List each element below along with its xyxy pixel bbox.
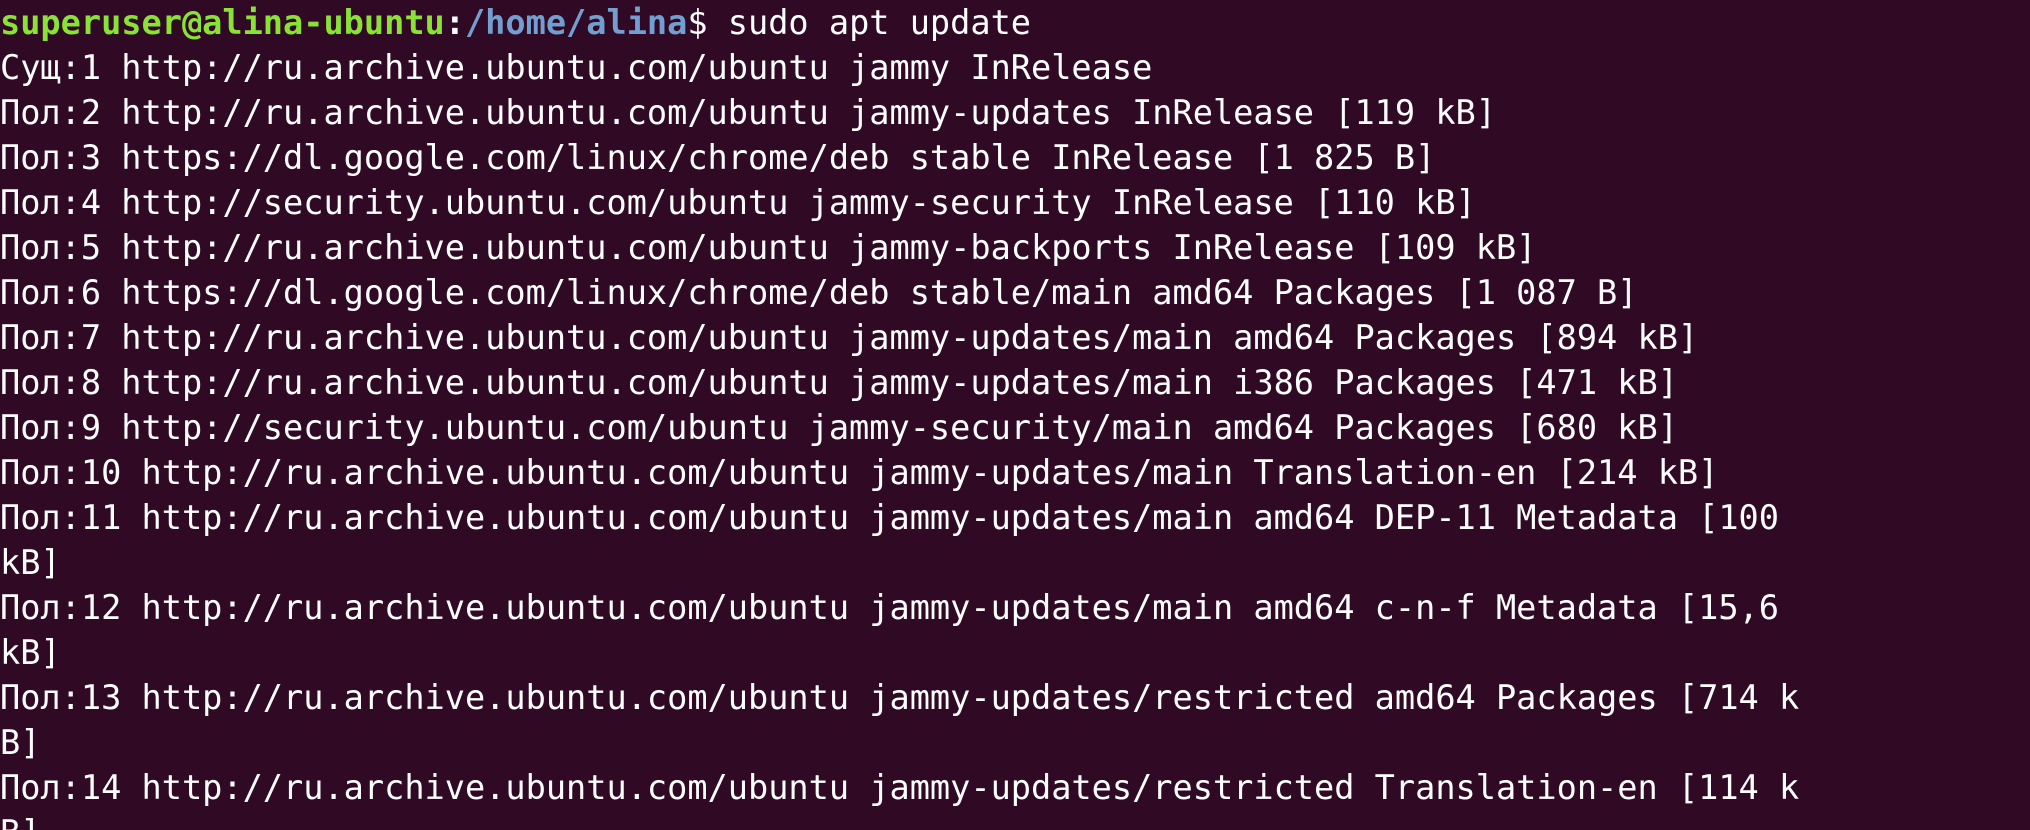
prompt-user-host: superuser@alina-ubuntu [0,3,445,42]
output-line: Пол:6 https://dl.google.com/linux/chrome… [0,273,1638,312]
output-line: kB] [0,633,61,672]
output-line: Пол:9 http://security.ubuntu.com/ubuntu … [0,408,1678,447]
output-line: Пол:10 http://ru.archive.ubuntu.com/ubun… [0,453,1719,492]
output-line: kB] [0,543,61,582]
output-line: B] [0,723,41,762]
output-line: Пол:2 http://ru.archive.ubuntu.com/ubunt… [0,93,1496,132]
prompt-line: superuser@alina-ubuntu:/home/alina$ sudo… [0,0,2030,45]
output-line: Пол:11 http://ru.archive.ubuntu.com/ubun… [0,498,1779,537]
output-line: Сущ:1 http://ru.archive.ubuntu.com/ubunt… [0,48,1153,87]
output-line: Пол:12 http://ru.archive.ubuntu.com/ubun… [0,588,1779,627]
prompt-separator: : [444,3,465,42]
output-line: Пол:14 http://ru.archive.ubuntu.com/ubun… [0,768,1800,807]
output-line: Пол:13 http://ru.archive.ubuntu.com/ubun… [0,678,1800,717]
terminal-window[interactable]: superuser@alina-ubuntu:/home/alina$ sudo… [0,0,2030,830]
output-line: Пол:3 https://dl.google.com/linux/chrome… [0,138,1436,177]
output-line: Пол:7 http://ru.archive.ubuntu.com/ubunt… [0,318,1699,357]
output-line: Пол:8 http://ru.archive.ubuntu.com/ubunt… [0,363,1678,402]
output-line: Пол:4 http://security.ubuntu.com/ubuntu … [0,183,1476,222]
output-line: Пол:5 http://ru.archive.ubuntu.com/ubunt… [0,228,1537,267]
command-text: sudo apt update [707,3,1032,42]
output-line: B] [0,810,2030,830]
prompt-path: /home/alina [464,3,688,42]
prompt-sign: $ [687,3,708,42]
